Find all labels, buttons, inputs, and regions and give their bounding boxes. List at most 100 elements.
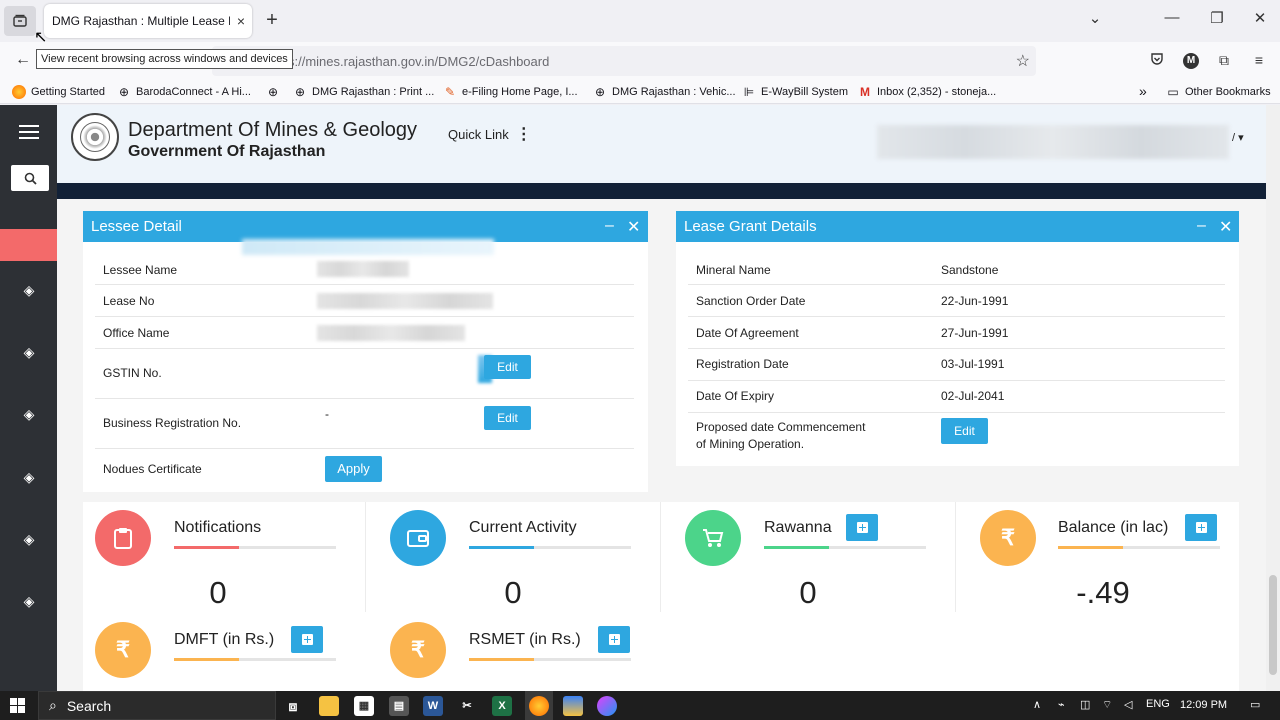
search-icon: ⌕ <box>49 697 57 713</box>
row-value: Sandstone <box>941 263 999 277</box>
cart-icon <box>685 510 741 566</box>
taskbar-clock[interactable]: 12:09 PM <box>1180 699 1227 711</box>
copilot-icon[interactable] <box>597 696 617 716</box>
scrollbar-thumb[interactable] <box>1269 575 1277 675</box>
row-label: Date Of Agreement <box>696 326 799 340</box>
add-dmft-button[interactable] <box>291 626 323 653</box>
sidebar-search-icon[interactable] <box>11 165 49 191</box>
bookmark-getting-started[interactable]: Getting Started <box>12 85 105 99</box>
add-rsmet-button[interactable] <box>598 626 630 653</box>
edit-business-registration-button[interactable]: Edit <box>484 406 531 430</box>
new-tab-button[interactable]: + <box>262 9 282 33</box>
language-indicator[interactable]: ENG <box>1146 698 1170 710</box>
row-label: of Mining Operation. <box>696 437 805 451</box>
pocket-icon[interactable] <box>1147 52 1167 69</box>
tray-chevron-up-icon[interactable]: ∧ <box>1033 698 1041 711</box>
sidebar-item-paint-bucket-icon[interactable]: ◈ <box>19 282 39 302</box>
stat-title: Current Activity <box>469 519 577 536</box>
plus-icon <box>856 522 868 533</box>
bookmark-gmail-inbox[interactable]: M Inbox (2,352) - stoneja... <box>858 85 996 99</box>
bookmark-label: Inbox (2,352) - stoneja... <box>877 86 997 98</box>
extensions-icon[interactable]: ⧉ <box>1214 52 1234 69</box>
lease-row: Mineral Name Sandstone <box>688 253 1225 285</box>
microsoft-store-icon[interactable]: ▦ <box>354 696 374 716</box>
sidebar-menu-icon[interactable] <box>19 125 39 143</box>
rawanna-card[interactable]: Rawanna 0 <box>673 502 963 610</box>
stat-title: RSMET (in Rs.) <box>469 631 581 648</box>
sidebar-item-paint-bucket-icon[interactable]: ◈ <box>19 593 39 613</box>
app-icon[interactable] <box>563 696 583 716</box>
windows-start-icon[interactable] <box>10 698 25 713</box>
row-value: 03-Jul-1991 <box>941 357 1005 371</box>
stat-title: DMFT (in Rs.) <box>174 631 275 648</box>
sidebar-item-paint-bucket-icon[interactable]: ◈ <box>19 344 39 364</box>
notification-icon[interactable]: ▭ <box>1250 698 1260 711</box>
dmft-card[interactable]: ₹ DMFT (in Rs.) <box>83 614 373 691</box>
minimize-panel-icon[interactable]: – <box>1197 217 1206 235</box>
address-bar[interactable]: s://mines.rajasthan.gov.in/DMG2/cDashboa… <box>212 46 1036 76</box>
tray-network-icon[interactable]: ⌁ <box>1058 698 1065 711</box>
apply-nodues-button[interactable]: Apply <box>325 456 382 482</box>
stat-progress-track <box>174 546 336 549</box>
user-info-redacted <box>877 125 1229 159</box>
sidebar-item-active[interactable] <box>0 229 57 261</box>
bookmarks-overflow-icon[interactable]: » <box>1139 83 1147 99</box>
tab-list-chevron-icon[interactable]: ⌄ <box>1085 9 1105 27</box>
sidebar-item-paint-bucket-icon[interactable]: ◈ <box>19 469 39 489</box>
current-activity-card[interactable]: Current Activity 0 <box>378 502 668 610</box>
row-label: GSTIN No. <box>103 366 162 380</box>
bookmark-efiling[interactable]: ✎ e-Filing Home Page, I... <box>443 85 578 99</box>
menu-hamburger-icon[interactable]: ≡ <box>1249 52 1269 68</box>
taskbar-search[interactable]: ⌕ Search <box>38 691 276 720</box>
lease-grant-header: Lease Grant Details – ✕ <box>676 211 1239 242</box>
sidebar-item-paint-bucket-icon[interactable]: ◈ <box>19 406 39 426</box>
edit-gstin-button[interactable]: Edit <box>484 355 531 379</box>
add-balance-button[interactable] <box>1185 514 1217 541</box>
calculator-icon[interactable]: ▤ <box>389 696 409 716</box>
other-bookmarks-folder[interactable]: ▭ Other Bookmarks <box>1166 85 1270 99</box>
excel-icon[interactable]: X <box>492 696 512 716</box>
bookmark-dmg-print[interactable]: ⊕ DMG Rajasthan : Print ... <box>293 85 434 99</box>
back-arrow-icon[interactable]: ← <box>12 51 34 69</box>
bookmark-ewaybill[interactable]: ⊫ E-WayBill System <box>742 85 848 99</box>
quick-link-menu[interactable]: Quick Link ⋮ <box>448 127 532 143</box>
account-avatar-icon[interactable]: M <box>1183 53 1199 69</box>
rajasthan-emblem-logo <box>71 113 119 161</box>
tray-wifi-icon[interactable]: ⌔ <box>1102 698 1112 712</box>
maximize-icon[interactable]: ❐ <box>1207 9 1227 27</box>
bookmark-dmg-vehicle[interactable]: ⊕ DMG Rajasthan : Vehic... <box>593 85 736 99</box>
rupee-icon: ₹ <box>980 510 1036 566</box>
tab-close-icon[interactable]: × <box>230 13 252 29</box>
file-explorer-icon[interactable] <box>319 696 339 716</box>
page-scrollbar[interactable] <box>1266 105 1280 691</box>
close-panel-icon[interactable]: ✕ <box>627 217 640 237</box>
bookmark-star-icon[interactable]: ☆ <box>1016 51 1030 71</box>
word-icon[interactable]: W <box>423 696 443 716</box>
firefox-taskbar-icon[interactable] <box>529 696 549 716</box>
tray-volume-icon[interactable]: ◁ <box>1124 698 1132 711</box>
tray-camera-icon[interactable]: ◫ <box>1080 698 1090 711</box>
notifications-card[interactable]: Notifications 0 <box>83 502 373 610</box>
row-label: Registration Date <box>696 357 789 371</box>
task-view-icon[interactable]: ⧈ <box>283 696 303 716</box>
tool-icon[interactable]: ✂ <box>457 696 477 716</box>
minimize-panel-icon[interactable]: – <box>605 217 614 235</box>
bookmark-barodaconnect[interactable]: ⊕ BarodaConnect - A Hi... <box>117 85 251 99</box>
user-menu-caret[interactable]: / ▾ <box>1232 131 1244 144</box>
balance-card[interactable]: ₹ Balance (in lac) -.49 <box>968 502 1258 610</box>
browser-tab[interactable]: DMG Rajasthan : Multiple Lease Das × <box>44 4 252 38</box>
sidebar: ◈ ◈ ◈ ◈ ◈ ◈ <box>0 105 57 691</box>
panel-title: Lessee Detail <box>91 218 182 235</box>
bookmark-untitled[interactable]: ⊕ <box>266 85 285 99</box>
rupee-icon: ₹ <box>390 622 446 678</box>
panel-title: Lease Grant Details <box>684 218 817 235</box>
add-rawanna-button[interactable] <box>846 514 878 541</box>
edit-commencement-button[interactable]: Edit <box>941 418 988 444</box>
sidebar-item-paint-bucket-icon[interactable]: ◈ <box>19 531 39 551</box>
minimize-icon[interactable]: — <box>1162 9 1182 26</box>
rsmet-card[interactable]: ₹ RSMET (in Rs.) <box>378 614 668 691</box>
close-panel-icon[interactable]: ✕ <box>1219 217 1232 237</box>
rupee-icon: ₹ <box>95 622 151 678</box>
recent-browsing-icon[interactable] <box>4 6 36 36</box>
close-window-icon[interactable]: ✕ <box>1250 9 1270 27</box>
